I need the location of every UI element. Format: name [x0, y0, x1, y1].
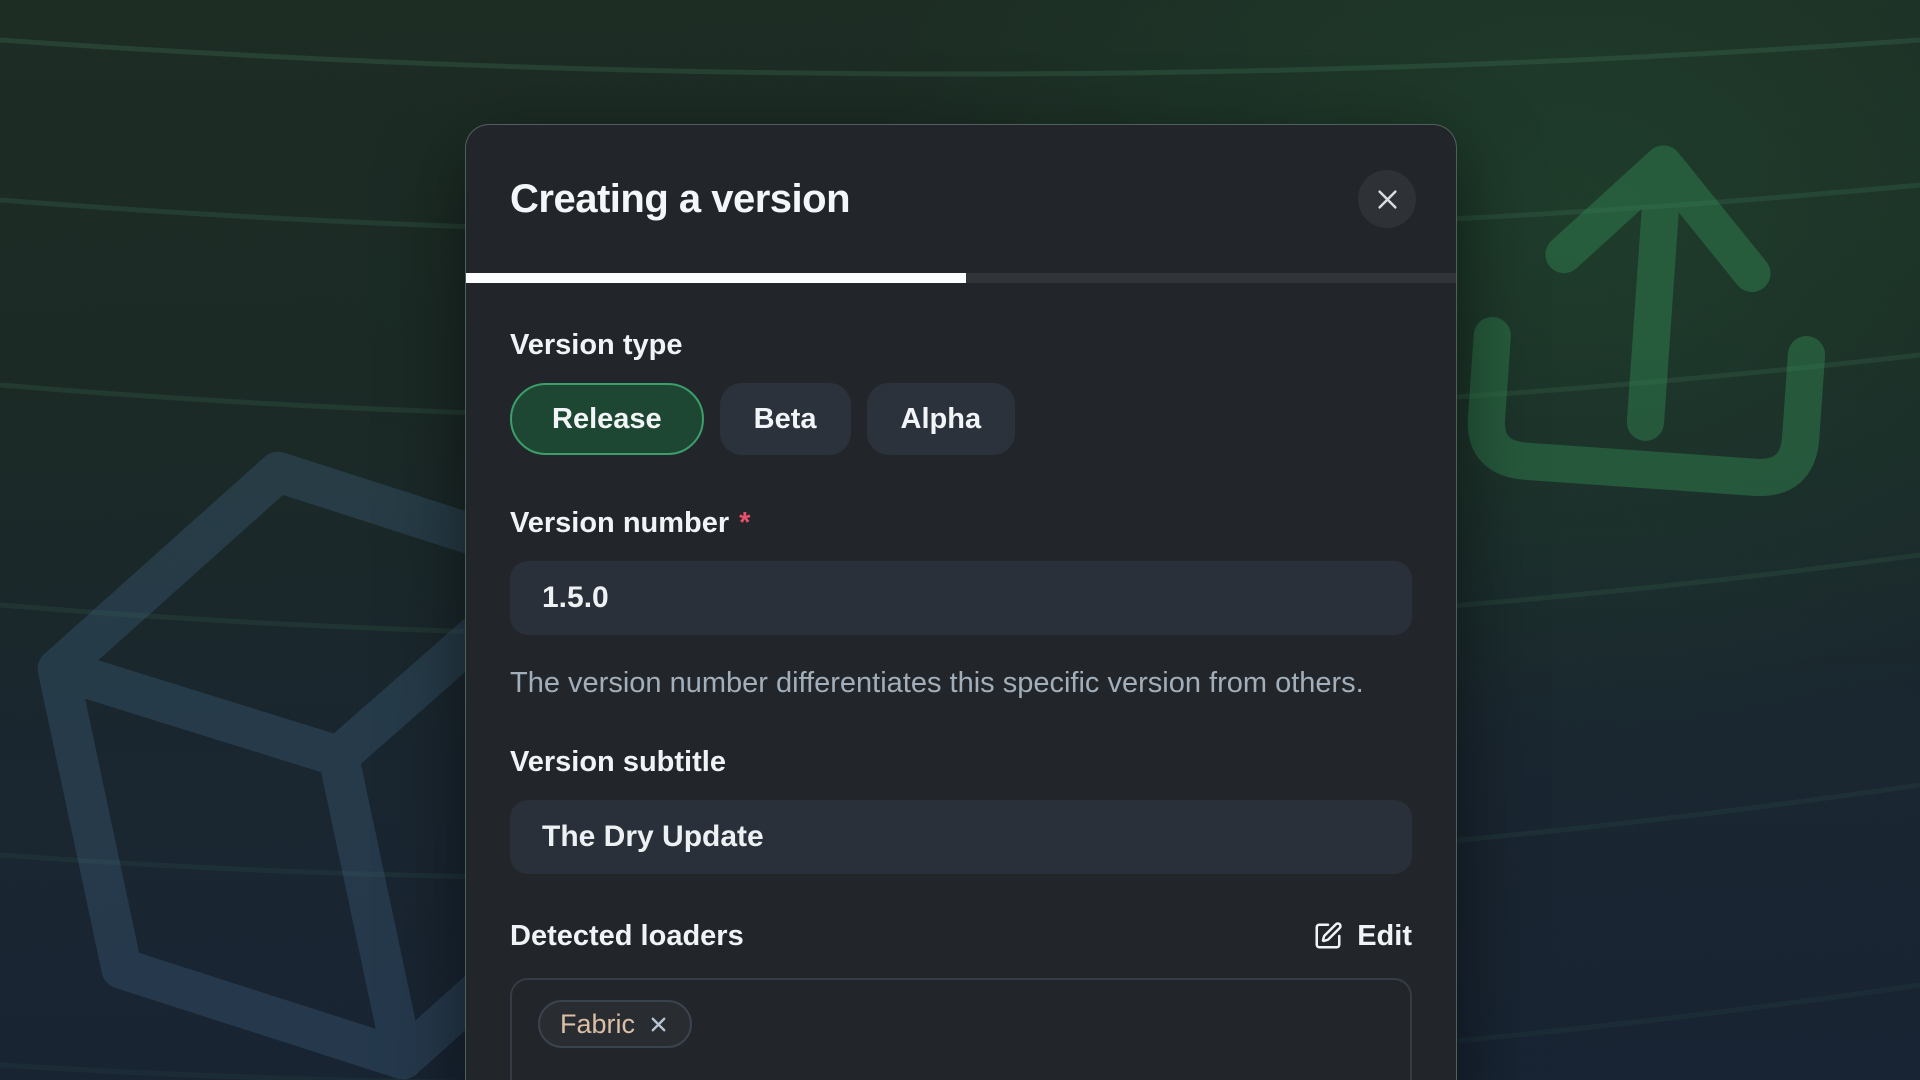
- edit-button-label: Edit: [1357, 920, 1412, 953]
- detected-loaders-label: Detected loaders: [510, 918, 744, 954]
- progress-bar: [466, 273, 1456, 283]
- edit-pencil-icon: [1313, 921, 1343, 951]
- edit-button[interactable]: Edit: [1313, 920, 1412, 953]
- close-icon: [1374, 186, 1401, 213]
- modal-body: Version type Release Beta Alpha Version …: [466, 327, 1456, 1080]
- alpha-button[interactable]: Alpha: [867, 383, 1016, 455]
- chip-remove-button[interactable]: [647, 1013, 670, 1036]
- detected-loaders-row: Detected loaders Edit: [510, 918, 1412, 954]
- loaders-container: Fabric: [510, 978, 1412, 1080]
- beta-button[interactable]: Beta: [720, 383, 851, 455]
- version-type-label: Version type: [510, 327, 1412, 363]
- loader-chip-label: Fabric: [560, 1009, 635, 1040]
- modal-header: Creating a version: [466, 125, 1456, 273]
- upload-arrow-icon: [1452, 86, 1852, 531]
- progress-fill: [466, 273, 966, 283]
- version-number-input[interactable]: [510, 561, 1412, 635]
- version-number-label: Version number *: [510, 505, 1412, 541]
- release-button[interactable]: Release: [510, 383, 704, 455]
- version-number-label-text: Version number: [510, 507, 729, 539]
- version-subtitle-input[interactable]: [510, 800, 1412, 874]
- chip-remove-x-icon: [647, 1013, 670, 1036]
- version-subtitle-label: Version subtitle: [510, 744, 1412, 780]
- page-title: Creating a version: [510, 177, 850, 222]
- version-type-options: Release Beta Alpha: [510, 383, 1412, 455]
- version-number-help: The version number differentiates this s…: [510, 661, 1412, 706]
- required-asterisk: *: [739, 507, 750, 539]
- close-button[interactable]: [1358, 170, 1416, 228]
- create-version-modal: Creating a version Version type Release …: [465, 124, 1457, 1080]
- loader-chip-fabric: Fabric: [538, 1000, 692, 1048]
